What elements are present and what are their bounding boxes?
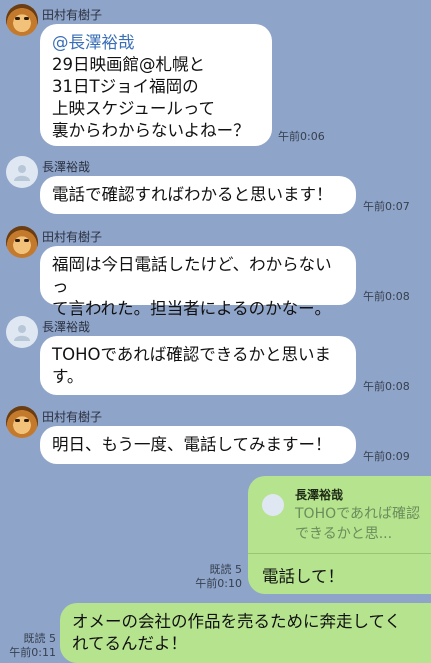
message-bubble[interactable]: @長澤裕哉 29日映画館@札幌と 31日Tジョイ福岡の 上映スケジュールって 裏…: [40, 24, 272, 146]
user-icon: [14, 165, 30, 181]
message-time: 午前0:08: [363, 380, 410, 393]
avatar[interactable]: [6, 316, 38, 348]
message-bubble[interactable]: 電話で確認すればわかると思います！: [40, 176, 356, 214]
read-receipt: 既読 5 午前0:10: [192, 563, 242, 591]
message-time: 午前0:07: [363, 200, 410, 213]
message-time: 午前0:08: [363, 290, 410, 303]
message-line: 電話して！: [262, 567, 345, 586]
sender-name: 田村有樹子: [42, 8, 103, 22]
message-line: 電話で確認すればわかると思います！: [52, 185, 333, 204]
message-bubble[interactable]: 明日、もう一度、電話してみますー！: [40, 426, 356, 464]
sender-name: 田村有樹子: [42, 230, 103, 244]
message-time: 午前0:11: [9, 646, 56, 659]
avatar[interactable]: [6, 406, 38, 438]
sender-name: 長澤裕哉: [42, 160, 91, 174]
sender-name: 田村有樹子: [42, 410, 103, 424]
quoted-text: TOHOであれば確認できるかと思...: [295, 506, 420, 542]
reply-message-bubble[interactable]: 長澤裕哉 TOHOであれば確認できるかと思... 電話して！: [248, 476, 431, 594]
quoted-sender-name: 長澤裕哉: [295, 488, 344, 502]
message-time: 午前0:09: [363, 450, 410, 463]
avatar[interactable]: [6, 226, 38, 258]
quoted-reply[interactable]: 長澤裕哉 TOHOであれば確認できるかと思...: [248, 476, 431, 554]
sender-name: 長澤裕哉: [42, 320, 91, 334]
message-bubble[interactable]: 福岡は今日電話したけど、わからないっ て言われた。担当者によるのかなー。: [40, 246, 356, 318]
read-count: 既読 5: [209, 563, 243, 576]
message-line: 29日映画館@札幌と: [52, 55, 205, 74]
message-line: 裏からわからないよねー？: [52, 121, 250, 140]
message-line: 上映スケジュールって: [52, 99, 216, 118]
message-line: す。: [52, 367, 84, 386]
message-time: 午前0:10: [195, 577, 242, 590]
message-line: オメーの会社の作品を売るために奔走してく: [72, 612, 402, 631]
read-count: 既読 5: [23, 632, 57, 645]
avatar[interactable]: [6, 4, 38, 36]
message-line: 31日Tジョイ福岡の: [52, 77, 199, 96]
message-line: 明日、もう一度、電話してみますー！: [52, 435, 332, 454]
message-line: て言われた。担当者によるのかなー。: [52, 299, 332, 318]
avatar[interactable]: [6, 156, 38, 188]
message-bubble[interactable]: オメーの会社の作品を売るために奔走してく れてるんだよ！: [60, 603, 431, 663]
avatar: [262, 494, 284, 516]
message-line: 福岡は今日電話したけど、わからないっ: [52, 255, 332, 296]
user-icon: [14, 325, 30, 341]
message-time: 午前0:06: [278, 130, 325, 143]
message-bubble[interactable]: TOHOであれば確認できるかと思いま す。: [40, 336, 356, 395]
message-line: TOHOであれば確認できるかと思いま: [52, 345, 331, 364]
mention-link[interactable]: @長澤裕哉: [52, 32, 260, 54]
read-receipt: 既読 5 午前0:11: [0, 632, 56, 660]
